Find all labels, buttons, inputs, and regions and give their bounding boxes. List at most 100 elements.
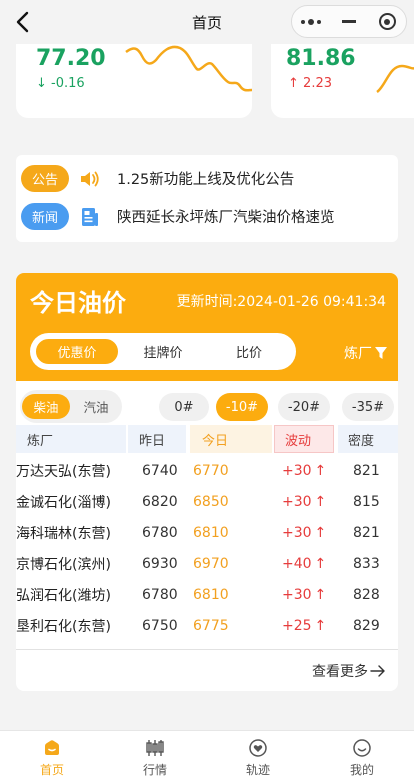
price-change: ↓ -0.16 — [36, 76, 85, 91]
cell-today: 6850 — [193, 493, 229, 510]
more-icon[interactable] — [292, 6, 330, 37]
cell-today: 6810 — [193, 524, 229, 541]
filter-icon — [375, 347, 387, 359]
grade-option[interactable]: 0# — [159, 393, 209, 421]
arrow-down-icon: ↓ — [36, 76, 47, 91]
navigation-bar: 首页 — [0, 0, 414, 44]
notice-text: 1.25新功能上线及优化公告 — [117, 172, 295, 188]
cell-today: 6810 — [193, 586, 229, 603]
arrow-up-icon: ↑ — [314, 493, 327, 510]
home-icon — [22, 737, 82, 759]
cell-today: 6970 — [193, 555, 229, 572]
oil-price-card: 今日油价 更新时间:2024-01-26 09:41:34 优惠价 挂牌价 比价… — [16, 273, 398, 691]
oil-price-header: 今日油价 更新时间:2024-01-26 09:41:34 优惠价 挂牌价 比价… — [16, 273, 398, 381]
cell-today: 6775 — [193, 617, 229, 634]
price-value: 77.20 — [36, 46, 106, 71]
grade-option[interactable]: -10# — [216, 393, 268, 421]
fuel-diesel-option[interactable]: 柴油 — [22, 394, 70, 419]
tabbar-item-track[interactable]: 轨迹 — [228, 737, 288, 778]
cell-change: +30 ↑ — [282, 524, 327, 541]
grade-option[interactable]: -35# — [342, 393, 394, 421]
cell-density: 815 — [353, 493, 380, 510]
cell-change: +30 ↑ — [282, 586, 327, 603]
cell-change: +25 ↑ — [282, 617, 327, 634]
table-header: 炼厂 昨日 今日 波动 密度 — [16, 425, 398, 453]
column-header-today[interactable]: 今日 — [190, 425, 272, 453]
arrow-right-icon — [370, 665, 385, 677]
table-row[interactable]: 海科瑞林(东营) 6780 6810 +30 ↑ 821 — [16, 517, 398, 548]
tab-price-compare[interactable]: 比价 — [206, 337, 292, 366]
notice-text: 陕西延长永坪炼厂汽柴油价格速览 — [117, 210, 335, 226]
price-type-tabs: 优惠价 挂牌价 比价 — [30, 333, 296, 370]
price-change: ↑ 2.23 — [288, 76, 332, 91]
bottom-tab-bar: 首页 行情 轨迹 我的 — [0, 730, 414, 780]
price-value: 81.86 — [286, 46, 356, 71]
cell-yesterday: 6780 — [142, 586, 178, 603]
cell-refinery: 京博石化(滨州) — [16, 556, 111, 573]
update-time: 更新时间:2024-01-26 09:41:34 — [176, 294, 386, 310]
notice-board: 公告 1.25新功能上线及优化公告 新闻 陕西延长永坪炼厂汽柴油价格速览 — [16, 155, 398, 242]
oil-price-title: 今日油价 — [30, 289, 126, 317]
cell-refinery: 垦利石化(东营) — [16, 618, 111, 635]
grade-option[interactable]: -20# — [278, 393, 330, 421]
candlestick-icon — [125, 737, 185, 759]
notice-item[interactable]: 新闻 陕西延长永坪炼厂汽柴油价格速览 — [21, 203, 335, 230]
news-tag: 新闻 — [21, 203, 69, 230]
fuel-gasoline-option[interactable]: 汽油 — [72, 394, 120, 419]
cell-refinery: 金诚石化(淄博) — [16, 494, 111, 511]
newspaper-icon — [79, 206, 101, 228]
price-table-body: 万达天弘(东营) 6740 6770 +30 ↑ 821 金诚石化(淄博) 682… — [16, 455, 398, 641]
tab-listed-price[interactable]: 挂牌价 — [120, 337, 206, 366]
cell-today: 6770 — [193, 462, 229, 479]
close-icon[interactable] — [368, 6, 406, 37]
cell-density: 829 — [353, 617, 380, 634]
table-row[interactable]: 京博石化(滨州) 6930 6970 +40 ↑ 833 — [16, 548, 398, 579]
view-more-link[interactable]: 查看更多 — [312, 661, 386, 681]
column-header-density[interactable]: 密度 — [338, 425, 398, 453]
column-header-change[interactable]: 波动 — [274, 425, 334, 453]
cell-refinery: 万达天弘(东营) — [16, 463, 111, 480]
announcement-tag: 公告 — [21, 165, 69, 192]
cell-yesterday: 6740 — [142, 462, 178, 479]
arrow-up-icon: ↑ — [314, 555, 327, 572]
tab-discount-price[interactable]: 优惠价 — [34, 337, 120, 366]
cell-yesterday: 6820 — [142, 493, 178, 510]
arrow-up-icon: ↑ — [288, 76, 299, 91]
cell-density: 821 — [353, 462, 380, 479]
cell-yesterday: 6750 — [142, 617, 178, 634]
cell-density: 828 — [353, 586, 380, 603]
arrow-up-icon: ↑ — [314, 586, 327, 603]
table-row[interactable]: 垦利石化(东营) 6750 6775 +25 ↑ 829 — [16, 610, 398, 641]
mini-program-capsule — [291, 5, 407, 38]
location-heart-icon — [228, 737, 288, 759]
minimize-icon[interactable] — [330, 6, 368, 37]
cell-refinery: 海科瑞林(东营) — [16, 525, 111, 542]
table-row[interactable]: 万达天弘(东营) 6740 6770 +30 ↑ 821 — [16, 455, 398, 486]
notice-item[interactable]: 公告 1.25新功能上线及优化公告 — [21, 165, 294, 192]
refinery-filter-button[interactable]: 炼厂 — [344, 343, 388, 363]
column-header-yesterday[interactable]: 昨日 — [128, 425, 186, 453]
cell-density: 821 — [353, 524, 380, 541]
tabbar-item-market[interactable]: 行情 — [125, 737, 185, 778]
arrow-up-icon: ↑ — [314, 524, 327, 541]
arrow-up-icon: ↑ — [314, 462, 327, 479]
divider — [16, 649, 398, 650]
speaker-icon — [79, 168, 101, 190]
fuel-type-toggle: 柴油 汽油 — [20, 390, 122, 423]
refinery-filter-label: 炼厂 — [344, 346, 372, 362]
table-row[interactable]: 金诚石化(淄博) 6820 6850 +30 ↑ 815 — [16, 486, 398, 517]
cell-change: +40 ↑ — [282, 555, 327, 572]
cell-change: +30 ↑ — [282, 462, 327, 479]
cell-yesterday: 6930 — [142, 555, 178, 572]
arrow-up-icon: ↑ — [314, 617, 327, 634]
tabbar-item-mine[interactable]: 我的 — [332, 737, 392, 778]
cell-density: 833 — [353, 555, 380, 572]
cell-yesterday: 6780 — [142, 524, 178, 541]
view-more-label: 查看更多 — [312, 664, 368, 680]
table-row[interactable]: 弘润石化(潍坊) 6780 6810 +30 ↑ 828 — [16, 579, 398, 610]
smile-icon — [332, 737, 392, 759]
column-header-refinery[interactable]: 炼厂 — [16, 425, 126, 453]
tabbar-item-home[interactable]: 首页 — [22, 737, 82, 778]
cell-change: +30 ↑ — [282, 493, 327, 510]
cell-refinery: 弘润石化(潍坊) — [16, 587, 111, 604]
